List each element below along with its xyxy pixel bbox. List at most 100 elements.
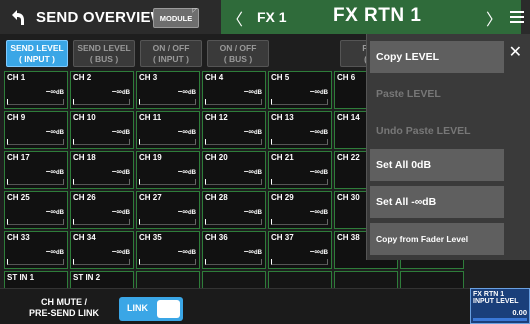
send-level-number: −∞ — [45, 247, 56, 256]
send-level-number: −∞ — [111, 167, 122, 176]
tab-label-line1: ON / OFF — [152, 43, 190, 53]
send-level-number: −∞ — [45, 127, 56, 136]
channel-cell[interactable]: CH 11 −∞dB — [136, 111, 200, 149]
channel-cell[interactable]: CH 29 −∞dB — [268, 191, 332, 229]
send-level-number: −∞ — [111, 87, 122, 96]
send-level-unit: dB — [320, 90, 328, 96]
send-level-unit: dB — [254, 130, 262, 136]
popup-menu: ✕ Copy LEVEL Paste LEVEL Undo Paste LEVE… — [366, 34, 530, 260]
send-level-unit: dB — [320, 210, 328, 216]
channel-cell[interactable]: CH 17 −∞dB — [4, 151, 68, 189]
send-level-number: −∞ — [243, 207, 254, 216]
channel-cell[interactable]: CH 18 −∞dB — [70, 151, 134, 189]
send-level-meter — [139, 259, 196, 265]
send-level-meter — [271, 259, 328, 265]
channel-cell[interactable]: CH 2 −∞dB — [70, 71, 134, 109]
channel-cell[interactable]: CH 10 −∞dB — [70, 111, 134, 149]
module-button[interactable]: MODULE ◸ — [153, 8, 199, 28]
close-icon[interactable]: ✕ — [509, 42, 522, 62]
page-title: SEND OVERVIEW — [36, 8, 166, 26]
link-toggle-label: LINK — [127, 303, 148, 313]
channel-name: CH 30 — [337, 193, 360, 202]
send-level-meter — [73, 139, 130, 145]
channel-cell[interactable]: CH 36 −∞dB — [202, 231, 266, 269]
channel-name: CH 3 — [139, 73, 158, 82]
channel-cell[interactable]: CH 27 −∞dB — [136, 191, 200, 229]
send-level-value: −∞dB — [244, 127, 262, 136]
channel-cell[interactable]: CH 35 −∞dB — [136, 231, 200, 269]
channel-name: CH 25 — [7, 193, 30, 202]
channel-cell[interactable]: CH 4 −∞dB — [202, 71, 266, 109]
channel-cell[interactable]: CH 37 −∞dB — [268, 231, 332, 269]
previous-fx-button[interactable]: 〈 — [227, 6, 243, 30]
fx-level-title-line1: FX RTN 1 — [473, 291, 505, 298]
channel-name: CH 13 — [271, 113, 294, 122]
tab-on-off-bus[interactable]: ON / OFF ( BUS ) — [207, 40, 269, 67]
back-button[interactable] — [6, 3, 28, 31]
send-level-unit: dB — [188, 90, 196, 96]
link-toggle[interactable]: LINK — [119, 297, 183, 321]
tab-send-level-bus[interactable]: SEND LEVEL ( BUS ) — [73, 40, 135, 67]
channel-cell[interactable]: CH 25 −∞dB — [4, 191, 68, 229]
send-level-meter — [73, 219, 130, 225]
fx-level-meter — [473, 318, 527, 321]
menu-button[interactable] — [508, 8, 526, 26]
send-level-number: −∞ — [111, 207, 122, 216]
mute-link-label-line1: CH MUTE / — [41, 297, 87, 307]
send-level-unit: dB — [254, 90, 262, 96]
channel-cell[interactable]: CH 3 −∞dB — [136, 71, 200, 109]
send-level-number: −∞ — [45, 167, 56, 176]
send-level-meter — [7, 259, 64, 265]
menu-item-set-all-minus-inf[interactable]: Set All -∞dB — [370, 186, 504, 218]
tab-send-level-input[interactable]: SEND LEVEL ( INPUT ) — [6, 40, 68, 67]
send-level-meter — [271, 99, 328, 105]
mute-link-label: CH MUTE / PRE-SEND LINK — [18, 297, 110, 319]
channel-cell[interactable]: CH 21 −∞dB — [268, 151, 332, 189]
send-level-number: −∞ — [243, 87, 254, 96]
channel-name: CH 20 — [205, 153, 228, 162]
menu-item-undo-paste-level: Undo Paste LEVEL — [370, 115, 504, 147]
next-fx-button[interactable]: 〉 — [486, 6, 502, 30]
send-level-unit: dB — [320, 250, 328, 256]
send-level-unit: dB — [122, 250, 130, 256]
send-level-meter — [205, 259, 262, 265]
send-level-value: −∞dB — [310, 87, 328, 96]
channel-cell[interactable]: CH 28 −∞dB — [202, 191, 266, 229]
tab-label-line2: ( INPUT ) — [153, 54, 189, 64]
channel-name: CH 5 — [271, 73, 290, 82]
send-level-number: −∞ — [177, 167, 188, 176]
channel-cell[interactable]: CH 20 −∞dB — [202, 151, 266, 189]
send-level-unit: dB — [188, 130, 196, 136]
menu-item-copy-level[interactable]: Copy LEVEL — [370, 41, 504, 73]
send-level-value: −∞dB — [310, 167, 328, 176]
channel-name: CH 27 — [139, 193, 162, 202]
channel-name: CH 26 — [73, 193, 96, 202]
fx-level-title: FX RTN 1 INPUT LEVEL — [473, 291, 519, 305]
menu-item-set-all-0db[interactable]: Set All 0dB — [370, 149, 504, 181]
send-level-unit: dB — [122, 130, 130, 136]
channel-cell[interactable]: CH 34 −∞dB — [70, 231, 134, 269]
channel-name: ST IN 2 — [73, 273, 101, 282]
channel-cell[interactable]: CH 33 −∞dB — [4, 231, 68, 269]
channel-cell[interactable]: CH 1 −∞dB — [4, 71, 68, 109]
channel-cell[interactable]: CH 19 −∞dB — [136, 151, 200, 189]
send-level-value: −∞dB — [46, 207, 64, 216]
channel-name: CH 1 — [7, 73, 26, 82]
tab-on-off-input[interactable]: ON / OFF ( INPUT ) — [140, 40, 202, 67]
send-level-meter — [139, 99, 196, 105]
back-arrow-icon — [12, 10, 24, 25]
send-level-meter — [271, 219, 328, 225]
channel-cell[interactable]: CH 5 −∞dB — [268, 71, 332, 109]
channel-name: CH 36 — [205, 233, 228, 242]
fx-level-value: 0.00 — [512, 308, 527, 317]
fx-input-level-knob[interactable]: FX RTN 1 INPUT LEVEL 0.00 — [470, 288, 530, 324]
send-level-meter — [73, 259, 130, 265]
channel-cell[interactable]: CH 13 −∞dB — [268, 111, 332, 149]
channel-cell[interactable]: CH 12 −∞dB — [202, 111, 266, 149]
channel-cell[interactable]: CH 9 −∞dB — [4, 111, 68, 149]
fx-level-title-line2: INPUT LEVEL — [473, 298, 519, 305]
channel-name: CH 37 — [271, 233, 294, 242]
menu-item-copy-from-fader[interactable]: Copy from Fader Level — [370, 223, 504, 255]
send-level-number: −∞ — [309, 127, 320, 136]
channel-cell[interactable]: CH 26 −∞dB — [70, 191, 134, 229]
